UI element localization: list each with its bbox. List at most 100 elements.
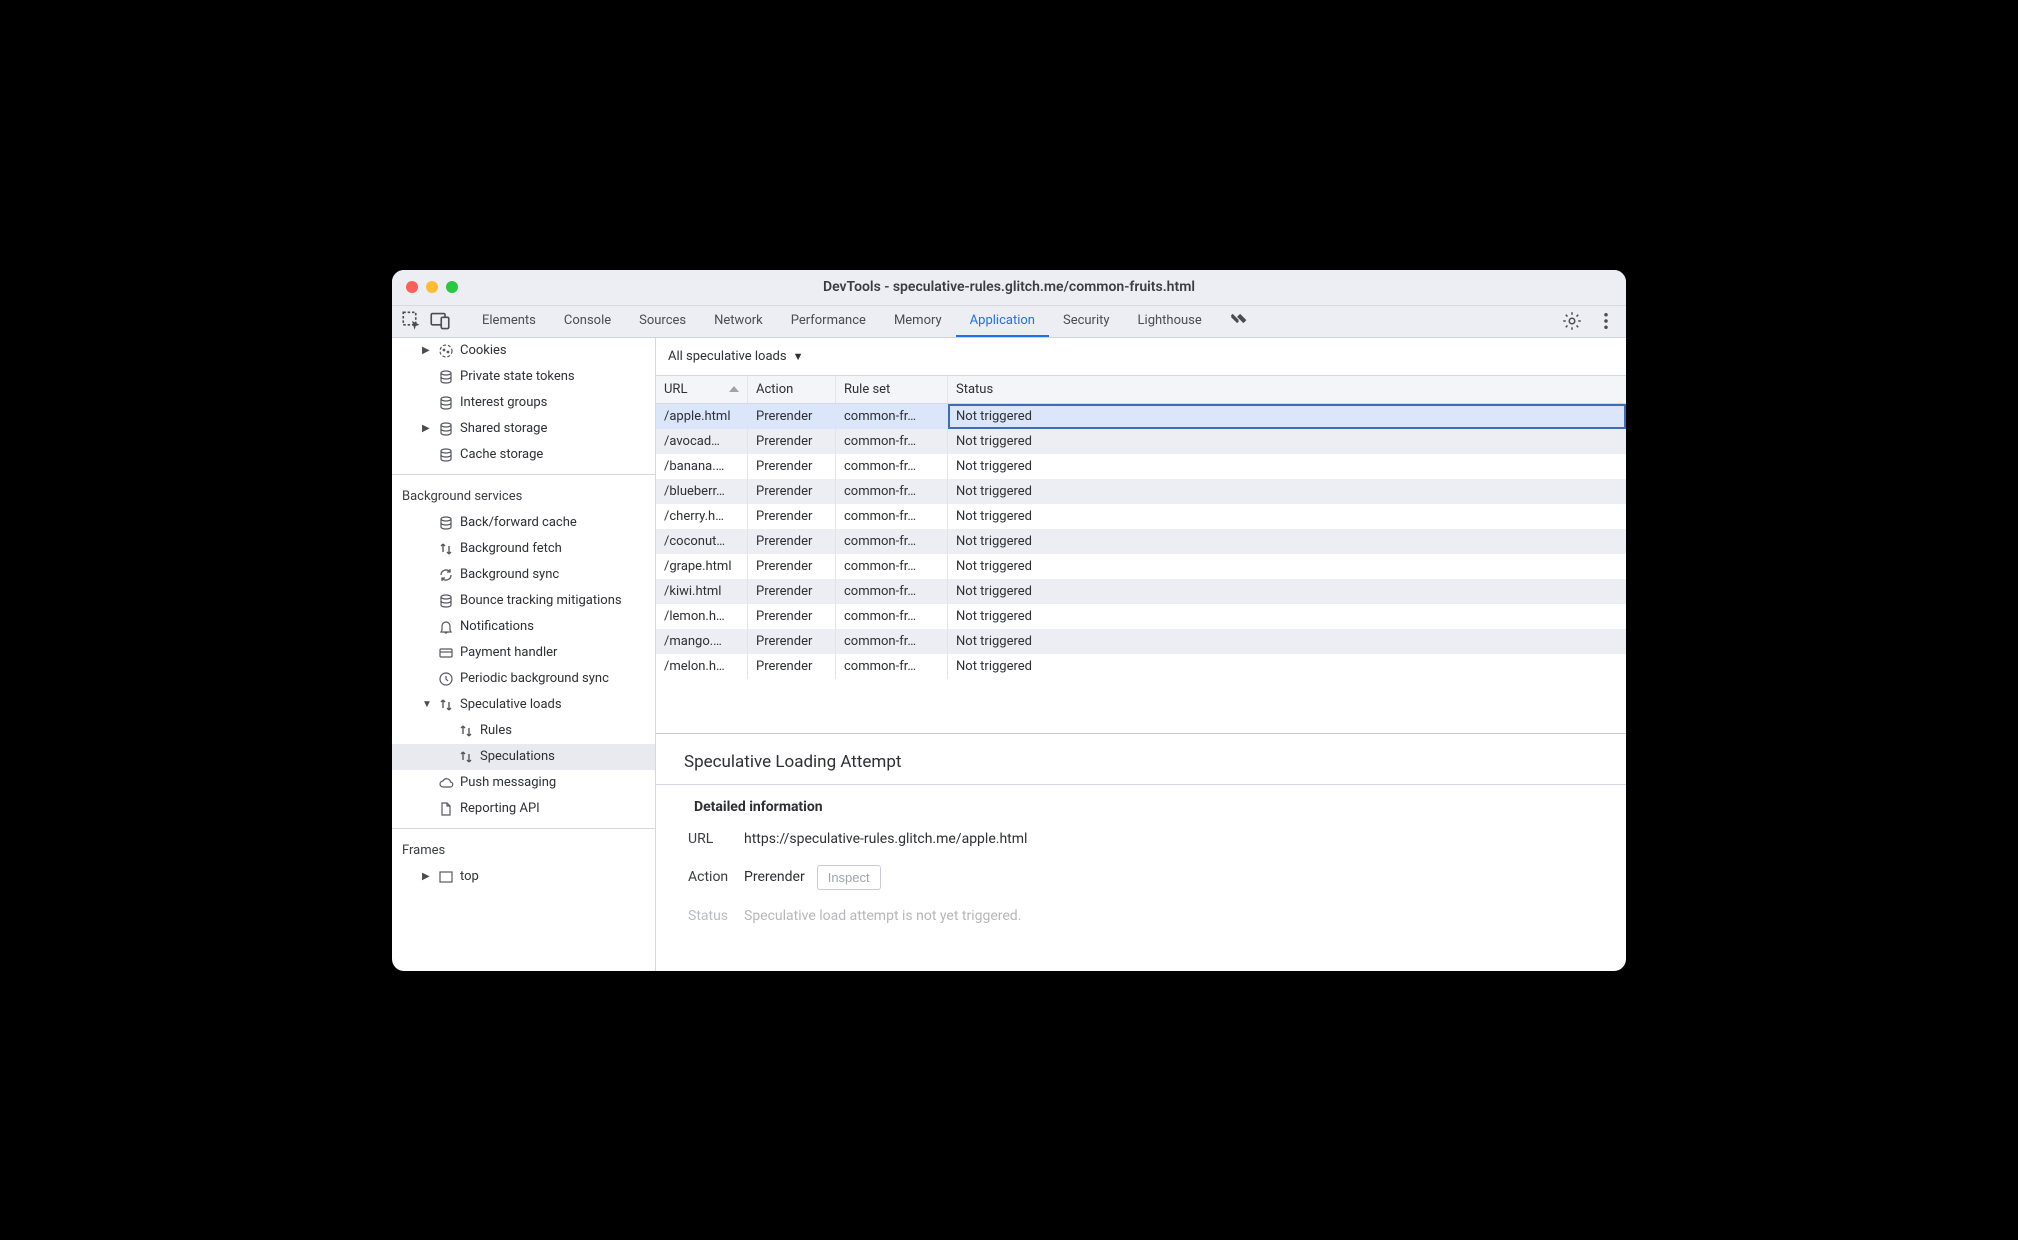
filter-dropdown-label[interactable]: All speculative loads [668,349,787,364]
tab-network[interactable]: Network [700,306,777,337]
sidebar-item-background-fetch[interactable]: Background fetch [392,536,655,562]
tab-application[interactable]: Application [956,306,1049,337]
sidebar-item-label: Notifications [460,619,534,634]
cell-ruleset: common-fr… [836,454,948,479]
detail-action-row: Action Prerender Inspect [684,865,1598,890]
tab-elements[interactable]: Elements [468,306,550,337]
cell-action: Prerender [748,579,836,604]
minimize-button[interactable] [426,281,438,293]
sidebar-item-reporting-api[interactable]: Reporting API [392,796,655,822]
cell-status: Not triggered [948,529,1626,554]
column-header-url[interactable]: URL [656,376,748,403]
tab-lighthouse[interactable]: Lighthouse [1124,306,1216,337]
tab-sources[interactable]: Sources [625,306,700,337]
cell-url: /kiwi.html [656,579,748,604]
table-row[interactable]: /coconut…Prerendercommon-fr…Not triggere… [656,529,1626,554]
cell-url: /blueberr… [656,479,748,504]
inspect-element-icon[interactable] [402,311,422,331]
cell-status: Not triggered [948,629,1626,654]
detail-url-value: https://speculative-rules.glitch.me/appl… [744,831,1027,847]
sidebar-item-speculations[interactable]: Speculations [392,744,655,770]
cell-url: /avocad… [656,429,748,454]
close-button[interactable] [406,281,418,293]
detail-status-value: Speculative load attempt is not yet trig… [744,908,1021,924]
cell-action: Prerender [748,454,836,479]
clock-icon [438,671,454,687]
table-row[interactable]: /grape.htmlPrerendercommon-fr…Not trigge… [656,554,1626,579]
sidebar-item-shared-storage[interactable]: ▶Shared storage [392,416,655,442]
titlebar: DevTools - speculative-rules.glitch.me/c… [392,270,1626,306]
sidebar-item-speculative-loads[interactable]: ▼Speculative loads [392,692,655,718]
panel-tabs: ElementsConsoleSourcesNetworkPerformance… [468,306,1216,337]
application-sidebar: ▶CookiesPrivate state tokensInterest gro… [392,338,656,971]
tab-performance[interactable]: Performance [777,306,880,337]
frames-heading: Frames [392,835,655,864]
sidebar-item-periodic-background-sync[interactable]: Periodic background sync [392,666,655,692]
toolbar-right [1562,311,1616,331]
sidebar-item-rules[interactable]: Rules [392,718,655,744]
dropdown-arrow-icon[interactable]: ▼ [793,350,804,363]
settings-icon[interactable] [1562,311,1582,331]
sidebar-item-label: Reporting API [460,801,540,816]
cell-url: /melon.h… [656,654,748,679]
cell-ruleset: common-fr… [836,504,948,529]
cell-ruleset: common-fr… [836,654,948,679]
tab-console[interactable]: Console [550,306,625,337]
sidebar-item-bounce-tracking-mitigations[interactable]: Bounce tracking mitigations [392,588,655,614]
table-row[interactable]: /banana.…Prerendercommon-fr…Not triggere… [656,454,1626,479]
sidebar-item-notifications[interactable]: Notifications [392,614,655,640]
sidebar-item-background-sync[interactable]: Background sync [392,562,655,588]
speculations-pane: All speculative loads ▼ URL Action Rule … [656,338,1626,971]
sidebar-item-payment-handler[interactable]: Payment handler [392,640,655,666]
cell-url: /apple.html [656,404,748,429]
content: ▶CookiesPrivate state tokensInterest gro… [392,338,1626,971]
table-row[interactable]: /apple.htmlPrerendercommon-fr…Not trigge… [656,404,1626,429]
inspect-button[interactable]: Inspect [817,865,881,890]
doc-icon [438,801,454,817]
column-header-ruleset[interactable]: Rule set [836,376,948,403]
sidebar-item-top[interactable]: ▶top [392,864,655,890]
sidebar-item-push-messaging[interactable]: Push messaging [392,770,655,796]
tab-memory[interactable]: Memory [880,306,956,337]
cell-action: Prerender [748,654,836,679]
table-row[interactable]: /lemon.h…Prerendercommon-fr…Not triggere… [656,604,1626,629]
sidebar-item-private-state-tokens[interactable]: Private state tokens [392,364,655,390]
devtools-window: DevTools - speculative-rules.glitch.me/c… [392,270,1626,971]
sidebar-item-label: Private state tokens [460,369,575,384]
detail-url-label: URL [684,831,744,847]
cell-ruleset: common-fr… [836,554,948,579]
cell-url: /mango.… [656,629,748,654]
table-row[interactable]: /melon.h…Prerendercommon-fr…Not triggere… [656,654,1626,679]
table-row[interactable]: /cherry.h…Prerendercommon-fr…Not trigger… [656,504,1626,529]
column-header-status[interactable]: Status [948,376,1626,403]
sidebar-item-back-forward-cache[interactable]: Back/forward cache [392,510,655,536]
cell-action: Prerender [748,529,836,554]
sidebar-item-interest-groups[interactable]: Interest groups [392,390,655,416]
db-icon [438,421,454,437]
column-header-action[interactable]: Action [748,376,836,403]
device-toolbar-icon[interactable] [430,311,450,331]
kebab-menu-icon[interactable] [1596,311,1616,331]
table-row[interactable]: /mango.…Prerendercommon-fr…Not triggered [656,629,1626,654]
sidebar-item-label: Cookies [460,343,507,358]
sidebar-item-cache-storage[interactable]: Cache storage [392,442,655,468]
zoom-button[interactable] [446,281,458,293]
table-row[interactable]: /kiwi.htmlPrerendercommon-fr…Not trigger… [656,579,1626,604]
chevron-right-icon: ▶ [422,423,432,434]
detail-url-row: URL https://speculative-rules.glitch.me/… [684,831,1598,847]
sidebar-item-cookies[interactable]: ▶Cookies [392,338,655,364]
tab-security[interactable]: Security [1049,306,1124,337]
sidebar-item-label: Rules [480,723,512,738]
db-icon [438,395,454,411]
table-row[interactable]: /avocad…Prerendercommon-fr…Not triggered [656,429,1626,454]
more-tabs-icon[interactable] [1228,311,1248,331]
sort-asc-icon [729,386,739,392]
sidebar-item-label: Push messaging [460,775,556,790]
cell-status: Not triggered [948,479,1626,504]
table-row[interactable]: /blueberr…Prerendercommon-fr…Not trigger… [656,479,1626,504]
cell-action: Prerender [748,404,836,429]
divider [656,784,1626,785]
sidebar-item-label: Payment handler [460,645,557,660]
db-icon [438,593,454,609]
sidebar-item-label: Cache storage [460,447,543,462]
